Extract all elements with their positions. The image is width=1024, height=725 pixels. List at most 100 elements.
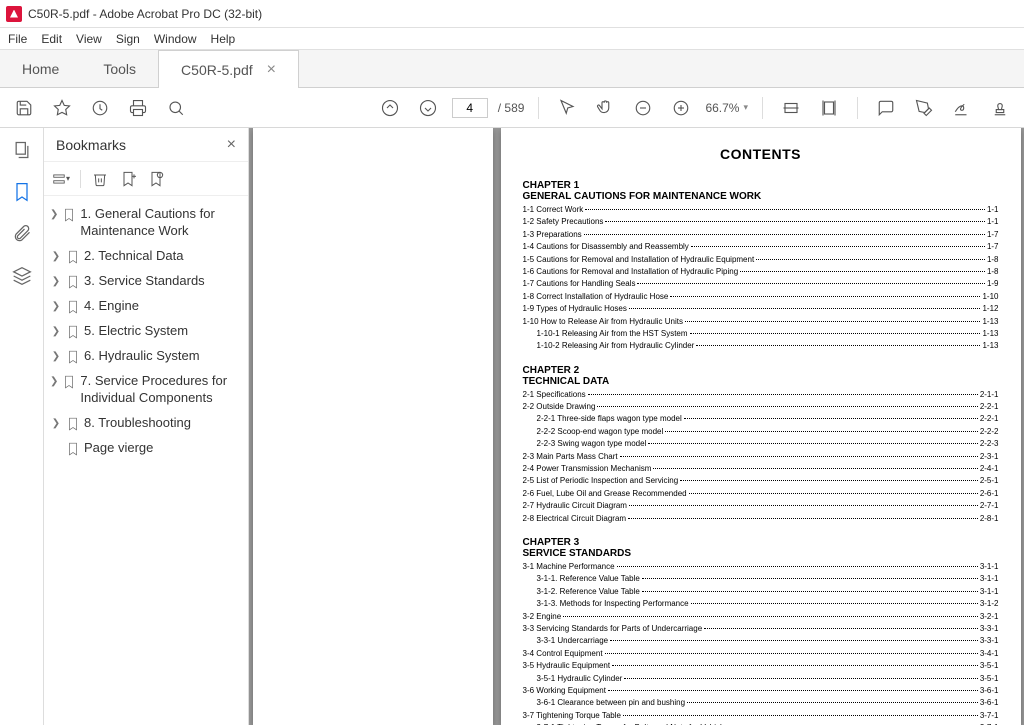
menu-help[interactable]: Help	[211, 32, 236, 46]
page-up-icon[interactable]	[376, 94, 404, 122]
toc-row: 2-6 Fuel, Lube Oil and Grease Recommende…	[523, 488, 999, 500]
tab-home[interactable]: Home	[0, 50, 81, 87]
chapter-subheading: GENERAL CAUTIONS FOR MAINTENANCE WORK	[523, 191, 999, 202]
toc-title: 1-7 Cautions for Handling Seals	[523, 278, 636, 290]
toc-row: 2-5 List of Periodic Inspection and Serv…	[523, 475, 999, 487]
bookmark-item[interactable]: ❯ 4. Engine	[48, 294, 244, 319]
toc-page: 3-7-1	[980, 710, 999, 722]
fit-page-icon[interactable]	[815, 94, 843, 122]
hand-icon[interactable]	[591, 94, 619, 122]
menu-edit[interactable]: Edit	[41, 32, 62, 46]
menu-file[interactable]: File	[8, 32, 27, 46]
tab-tools[interactable]: Tools	[81, 50, 158, 87]
zoom-in-icon[interactable]	[667, 94, 695, 122]
find-icon[interactable]	[162, 94, 190, 122]
toc-title: 2-1 Specifications	[523, 389, 586, 401]
find-bookmark-icon[interactable]	[147, 170, 165, 188]
chevron-right-icon[interactable]: ❯	[50, 418, 62, 429]
new-bookmark-icon[interactable]	[119, 170, 137, 188]
toc-row: 2-4 Power Transmission Mechanism2-4-1	[523, 463, 999, 475]
menu-window[interactable]: Window	[154, 32, 197, 46]
page-down-icon[interactable]	[414, 94, 442, 122]
acrobat-icon	[6, 6, 22, 22]
zoom-out-icon[interactable]	[629, 94, 657, 122]
bookmark-item[interactable]: ❯2. Technical Data	[48, 244, 244, 269]
bookmark-item[interactable]: ❯6. Hydraulic System	[48, 344, 244, 369]
bookmark-item[interactable]: ❯3. Service Standards	[48, 269, 244, 294]
chevron-right-icon[interactable]: ❯	[50, 376, 58, 387]
toc-row: 1-8 Correct Installation of Hydraulic Ho…	[523, 291, 999, 303]
page-number-input[interactable]	[452, 98, 488, 118]
bookmark-item[interactable]: ❯1. General Cautions for Maintenance Wor…	[48, 202, 244, 244]
save-icon[interactable]	[10, 94, 38, 122]
bookmark-item[interactable]: ❯ 5. Electric System	[48, 319, 244, 344]
toc-title: 2-5 List of Periodic Inspection and Serv…	[523, 475, 679, 487]
bookmark-item[interactable]: ❯7. Service Procedures for Individual Co…	[48, 369, 244, 411]
previous-page[interactable]	[253, 128, 493, 725]
toc-title: 1-10-2 Releasing Air from Hydraulic Cyli…	[523, 340, 695, 352]
toc-title: 3-3 Servicing Standards for Parts of Und…	[523, 623, 703, 635]
chevron-right-icon[interactable]: ❯	[50, 276, 62, 287]
toc-row: 2-8 Electrical Circuit Diagram2-8-1	[523, 513, 999, 525]
chevron-right-icon[interactable]: ❯	[50, 301, 62, 312]
menu-sign[interactable]: Sign	[116, 32, 140, 46]
options-icon[interactable]: ▾	[52, 170, 70, 188]
toc-row: 2-2-3 Swing wagon type model2-2-3	[523, 438, 999, 450]
chevron-right-icon[interactable]: ❯	[50, 351, 62, 362]
toc-title: 3-2 Engine	[523, 611, 562, 623]
tabbar: Home Tools C50R-5.pdf ×	[0, 50, 1024, 88]
toolbar: / 589 66.7%	[0, 88, 1024, 128]
panel-header: Bookmarks ×	[44, 128, 248, 162]
chevron-right-icon[interactable]: ❯	[50, 209, 58, 220]
toc-title: 3-1-1. Reference Value Table	[523, 573, 640, 585]
toc-title: 2-6 Fuel, Lube Oil and Grease Recommende…	[523, 488, 687, 500]
toc-page: 3-1-1	[980, 573, 999, 585]
toc-row: 3-1 Machine Performance3-1-1	[523, 561, 999, 573]
highlight-icon[interactable]	[910, 94, 938, 122]
star-icon[interactable]	[48, 94, 76, 122]
toc-title: 2-2 Outside Drawing	[523, 401, 596, 413]
close-icon[interactable]: ×	[267, 61, 276, 79]
toc-page: 3-3-1	[980, 623, 999, 635]
sign-icon[interactable]	[948, 94, 976, 122]
toc-title: 3-7 Tightening Torque Table	[523, 710, 621, 722]
delete-bookmark-icon[interactable]	[91, 170, 109, 188]
share-icon[interactable]	[86, 94, 114, 122]
thumbnails-icon[interactable]	[10, 138, 34, 162]
bookmark-icon	[66, 249, 80, 265]
left-rail	[0, 128, 44, 725]
toc-row: 1-5 Cautions for Removal and Installatio…	[523, 254, 999, 266]
toc-title: 3-4 Control Equipment	[523, 648, 603, 660]
toc-page: 1-13	[982, 340, 998, 352]
workspace: Bookmarks × ▾ ❯1. General Cautions for M…	[0, 128, 1024, 725]
toc-row: 1-10-1 Releasing Air from the HST System…	[523, 328, 999, 340]
panel-close-icon[interactable]: ×	[227, 136, 236, 154]
menubar: File Edit View Sign Window Help	[0, 28, 1024, 50]
bookmark-item[interactable]: Page vierge	[48, 436, 244, 461]
bookmark-label: 4. Engine	[84, 298, 139, 315]
bookmark-item[interactable]: ❯8. Troubleshooting	[48, 411, 244, 436]
document-view[interactable]: CONTENTS CHAPTER 1GENERAL CAUTIONS FOR M…	[249, 128, 1024, 725]
toc-title: 1-4 Cautions for Disassembly and Reassem…	[523, 241, 689, 253]
bookmarks-panel: Bookmarks × ▾ ❯1. General Cautions for M…	[44, 128, 249, 725]
fit-width-icon[interactable]	[777, 94, 805, 122]
toc-title: 3-3-1 Undercarriage	[523, 635, 609, 647]
print-icon[interactable]	[124, 94, 152, 122]
comment-icon[interactable]	[872, 94, 900, 122]
stamp-icon[interactable]	[986, 94, 1014, 122]
toc-page: 1-8	[987, 254, 999, 266]
bookmarks-icon[interactable]	[10, 180, 34, 204]
attachments-icon[interactable]	[10, 222, 34, 246]
chevron-right-icon[interactable]: ❯	[50, 251, 62, 262]
toc-title: 1-5 Cautions for Removal and Installatio…	[523, 254, 755, 266]
menu-view[interactable]: View	[76, 32, 102, 46]
tab-file[interactable]: C50R-5.pdf ×	[158, 50, 299, 88]
pointer-icon[interactable]	[553, 94, 581, 122]
zoom-dropdown[interactable]: 66.7%	[705, 101, 748, 115]
chevron-right-icon[interactable]: ❯	[50, 326, 62, 337]
bookmark-label: 5. Electric System	[84, 323, 188, 340]
toc-row: 3-5-1 Hydraulic Cylinder3-5-1	[523, 673, 999, 685]
layers-icon[interactable]	[10, 264, 34, 288]
toc-title: 2-2-1 Three-side flaps wagon type model	[523, 413, 682, 425]
current-page[interactable]: CONTENTS CHAPTER 1GENERAL CAUTIONS FOR M…	[501, 128, 1021, 725]
